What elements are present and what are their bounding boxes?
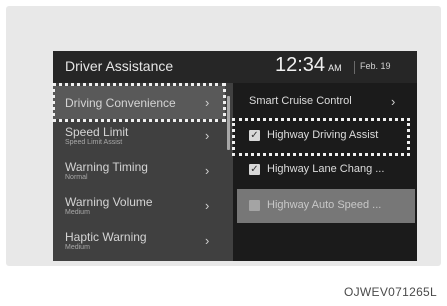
header-divider	[354, 61, 355, 74]
clock-ampm: AM	[328, 63, 342, 73]
focus-highlight-highway-driving-assist	[232, 118, 410, 156]
chevron-right-icon: ›	[205, 163, 210, 178]
menu-scrollbar[interactable]	[227, 96, 230, 150]
submenu-item-highway-lane-change[interactable]: ✓ Highway Lane Chang ...	[237, 153, 415, 187]
menu-item-label: Warning Timing	[65, 160, 148, 174]
submenu-item-smart-cruise-control[interactable]: Smart Cruise Control ›	[237, 85, 415, 119]
menu-item-warning-volume[interactable]: Warning Volume Medium ›	[53, 189, 225, 222]
focus-highlight-driving-convenience	[52, 83, 226, 122]
figure-frame: Driver Assistance 12:34 AM Feb. 19 Drivin…	[6, 6, 441, 266]
submenu-item-label: Highway Auto Speed ...	[267, 199, 382, 211]
clock-time: 12:34	[275, 54, 326, 76]
menu-item-value: Normal	[65, 174, 88, 181]
chevron-right-icon: ›	[205, 128, 210, 143]
date: Feb. 19	[360, 61, 391, 71]
page-title: Driver Assistance	[65, 58, 174, 74]
chevron-right-icon: ›	[391, 94, 396, 109]
menu-item-label: Haptic Warning	[65, 230, 147, 244]
check-icon[interactable]: ✓	[249, 164, 260, 175]
menu-item-value: Medium	[65, 244, 90, 251]
menu-item-value: Speed Limit Assist	[65, 139, 123, 146]
submenu-item-label: Smart Cruise Control	[249, 95, 352, 107]
checkbox-unchecked-icon[interactable]: ✓	[249, 200, 260, 211]
submenu-item-label: Highway Lane Chang ...	[267, 163, 385, 175]
header-bar: Driver Assistance 12:34 AM Feb. 19	[53, 51, 417, 83]
figure-code: OJWEV071265L	[344, 285, 437, 299]
menu-item-value: Medium	[65, 209, 90, 216]
menu-item-warning-timing[interactable]: Warning Timing Normal ›	[53, 154, 225, 187]
menu-item-haptic-warning[interactable]: Haptic Warning Medium ›	[53, 224, 225, 257]
menu-item-speed-limit[interactable]: Speed Limit Speed Limit Assist ›	[53, 119, 225, 152]
submenu-list: Smart Cruise Control › ✓ Highway Driving…	[237, 83, 417, 261]
submenu-item-highway-auto-speed[interactable]: ✓ Highway Auto Speed ...	[237, 189, 415, 223]
menu-item-label: Speed Limit	[65, 125, 129, 139]
chevron-right-icon: ›	[205, 198, 210, 213]
chevron-right-icon: ›	[205, 233, 210, 248]
clock: 12:34 AM	[275, 54, 342, 77]
menu-item-label: Warning Volume	[65, 195, 153, 209]
